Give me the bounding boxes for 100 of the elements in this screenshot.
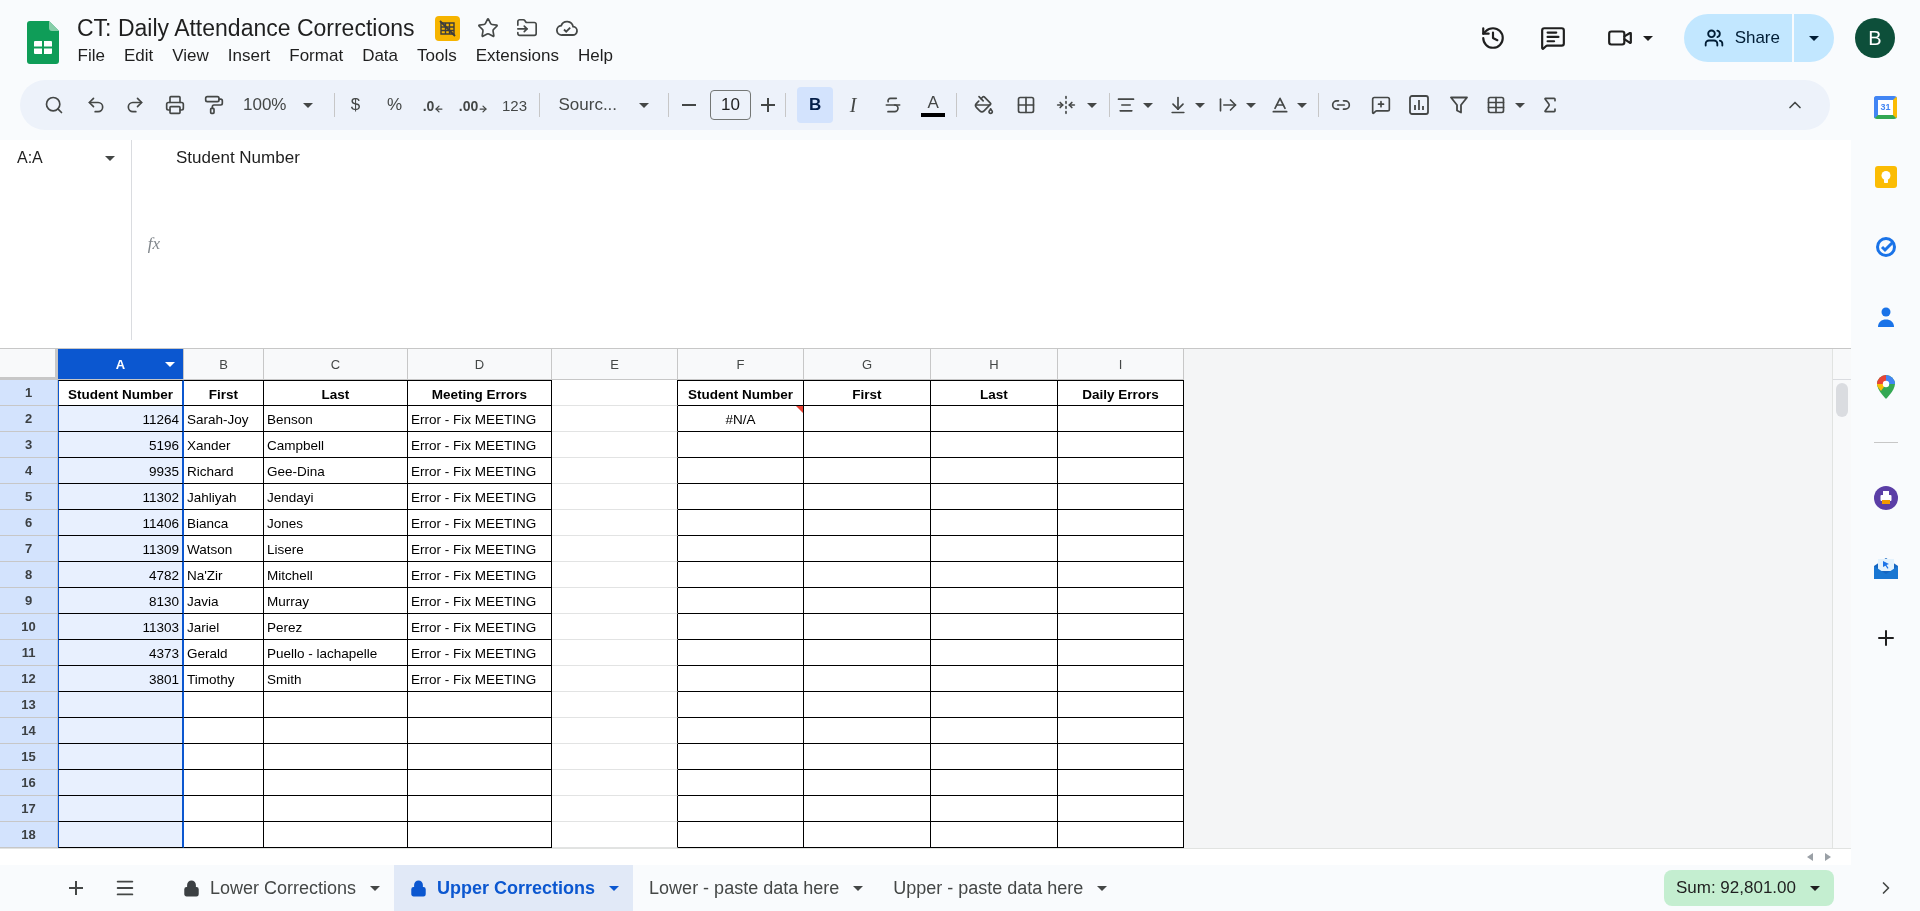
sheet-tab[interactable]: Upper Corrections bbox=[394, 865, 634, 911]
row-header[interactable]: 9 bbox=[0, 588, 58, 614]
table-cell[interactable] bbox=[408, 822, 552, 848]
table-cell[interactable] bbox=[804, 406, 931, 432]
table-cell[interactable] bbox=[264, 692, 408, 718]
sheet-tab[interactable]: Lower Corrections bbox=[167, 865, 395, 911]
row-header[interactable]: 12 bbox=[0, 666, 58, 692]
table-cell[interactable] bbox=[552, 744, 678, 770]
table-cell[interactable] bbox=[678, 536, 804, 562]
table-cell[interactable] bbox=[1058, 718, 1184, 744]
table-cell[interactable]: Error - Fix MEETING bbox=[408, 458, 552, 484]
row-header[interactable]: 16 bbox=[0, 770, 58, 796]
table-cell[interactable]: Error - Fix MEETING bbox=[408, 510, 552, 536]
table-cell[interactable]: Puello - lachapelle bbox=[264, 640, 408, 666]
row-header[interactable]: 1 bbox=[0, 380, 58, 406]
calendar-button[interactable]: 31 bbox=[1865, 87, 1906, 127]
table-cell[interactable] bbox=[931, 640, 1058, 666]
folder-arrow-icon[interactable] bbox=[515, 17, 538, 39]
table-cell[interactable]: 9935 bbox=[58, 458, 184, 484]
table-cell[interactable] bbox=[264, 822, 408, 848]
table-cell[interactable] bbox=[1058, 562, 1184, 588]
menu-item[interactable]: Help bbox=[568, 43, 623, 69]
table-cell[interactable] bbox=[931, 458, 1058, 484]
table-cell[interactable] bbox=[552, 406, 678, 432]
table-cell[interactable] bbox=[931, 432, 1058, 458]
column-header[interactable]: C bbox=[264, 349, 408, 380]
table-cell[interactable] bbox=[58, 822, 184, 848]
table-cell[interactable]: Last bbox=[931, 380, 1058, 406]
table-cell[interactable] bbox=[678, 458, 804, 484]
table-cell[interactable] bbox=[1058, 406, 1184, 432]
table-cell[interactable] bbox=[1058, 510, 1184, 536]
table-cell[interactable] bbox=[804, 614, 931, 640]
table-cell[interactable] bbox=[931, 666, 1058, 692]
table-cell[interactable] bbox=[804, 770, 931, 796]
font-size-field[interactable]: 10 bbox=[710, 90, 752, 120]
menu-item[interactable]: Tools bbox=[407, 43, 467, 69]
table-cell[interactable] bbox=[804, 536, 931, 562]
table-cell[interactable]: Last bbox=[264, 380, 408, 406]
row-header[interactable]: 2 bbox=[0, 406, 58, 432]
table-cell[interactable] bbox=[931, 588, 1058, 614]
table-cell[interactable]: Error - Fix MEETING bbox=[408, 484, 552, 510]
table-cell[interactable] bbox=[552, 458, 678, 484]
table-cell[interactable] bbox=[804, 484, 931, 510]
table-cell[interactable]: Error - Fix MEETING bbox=[408, 588, 552, 614]
table-cell[interactable]: 11264 bbox=[58, 406, 184, 432]
row-header[interactable]: 17 bbox=[0, 796, 58, 822]
table-cell[interactable] bbox=[678, 562, 804, 588]
increase-decimal-button[interactable]: .00 bbox=[455, 87, 492, 123]
table-cell[interactable] bbox=[931, 510, 1058, 536]
column-header[interactable]: G bbox=[804, 349, 931, 380]
percent-button[interactable]: % bbox=[376, 87, 413, 123]
table-cell[interactable] bbox=[408, 744, 552, 770]
table-cell[interactable] bbox=[1058, 614, 1184, 640]
table-cell[interactable] bbox=[1058, 692, 1184, 718]
table-cell[interactable] bbox=[804, 432, 931, 458]
menu-item[interactable]: Edit bbox=[114, 43, 163, 69]
table-cell[interactable]: Error - Fix MEETING bbox=[408, 614, 552, 640]
table-cell[interactable] bbox=[58, 718, 184, 744]
table-cell[interactable]: 11302 bbox=[58, 484, 184, 510]
table-cell[interactable] bbox=[552, 588, 678, 614]
table-cell[interactable] bbox=[804, 692, 931, 718]
table-cell[interactable]: Error - Fix MEETING bbox=[408, 666, 552, 692]
table-cell[interactable] bbox=[184, 770, 264, 796]
table-cell[interactable] bbox=[552, 770, 678, 796]
table-cell[interactable] bbox=[678, 432, 804, 458]
table-cell[interactable] bbox=[1058, 458, 1184, 484]
table-cell[interactable] bbox=[58, 692, 184, 718]
table-cell[interactable]: Lisere bbox=[264, 536, 408, 562]
table-cell[interactable]: Watson bbox=[184, 536, 264, 562]
table-cell[interactable]: Error - Fix MEETING bbox=[408, 536, 552, 562]
table-cell[interactable] bbox=[264, 718, 408, 744]
table-cell[interactable] bbox=[184, 822, 264, 848]
table-cell[interactable]: #N/A bbox=[678, 406, 804, 432]
table-cell[interactable]: Richard bbox=[184, 458, 264, 484]
table-cell[interactable]: Xander bbox=[184, 432, 264, 458]
table-cell[interactable]: Bianca bbox=[184, 510, 264, 536]
table-cell[interactable]: Student Number bbox=[678, 380, 804, 406]
column-header[interactable]: F bbox=[678, 349, 804, 380]
table-cell[interactable]: Benson bbox=[264, 406, 408, 432]
share-button[interactable]: Share bbox=[1683, 14, 1792, 62]
row-header[interactable]: 4 bbox=[0, 458, 58, 484]
table-cell[interactable]: First bbox=[184, 380, 264, 406]
table-cell[interactable]: Jendayi bbox=[264, 484, 408, 510]
table-cell[interactable] bbox=[931, 692, 1058, 718]
row-header[interactable]: 18 bbox=[0, 822, 58, 848]
table-cell[interactable]: Error - Fix MEETING bbox=[408, 562, 552, 588]
name-box[interactable]: A:A bbox=[8, 144, 124, 172]
table-cell[interactable] bbox=[552, 562, 678, 588]
row-header[interactable]: 15 bbox=[0, 744, 58, 770]
table-cell[interactable]: Error - Fix MEETING bbox=[408, 432, 552, 458]
table-cell[interactable] bbox=[931, 406, 1058, 432]
table-cell[interactable] bbox=[678, 718, 804, 744]
table-cell[interactable] bbox=[678, 744, 804, 770]
column-header[interactable]: E bbox=[552, 349, 678, 380]
row-header[interactable]: 11 bbox=[0, 640, 58, 666]
caret-right-icon[interactable] bbox=[1825, 853, 1831, 861]
row-header[interactable]: 10 bbox=[0, 614, 58, 640]
table-cell[interactable] bbox=[678, 484, 804, 510]
table-cell[interactable] bbox=[184, 796, 264, 822]
sheet-tab[interactable]: Lower - paste data here bbox=[633, 865, 878, 911]
